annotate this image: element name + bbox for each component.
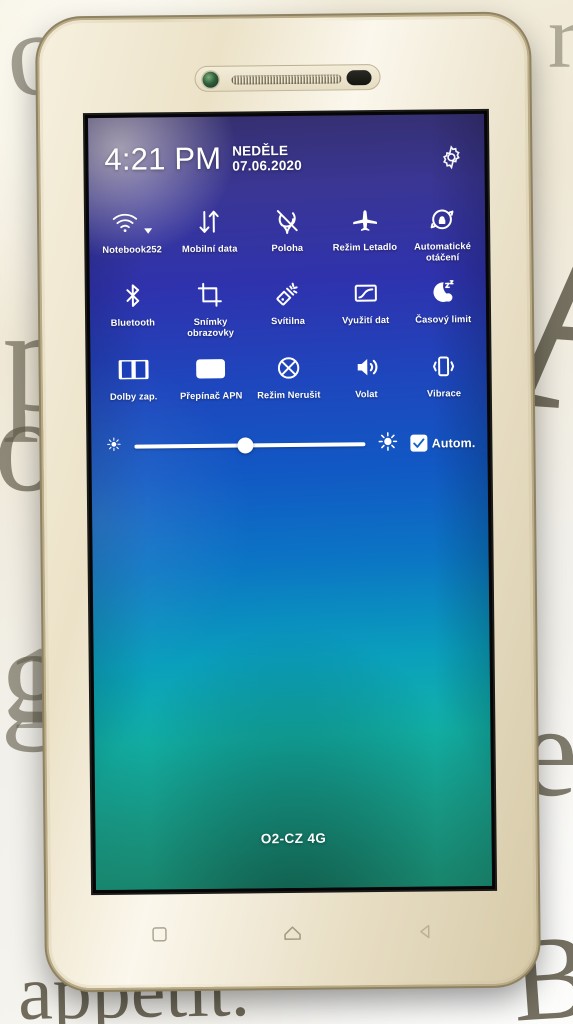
quick-toggle-row: Dolby zap. Přepínač APN Režim Nerušit Volat… (94, 343, 483, 405)
quick-toggle-label: Dolby zap. (109, 390, 158, 402)
chevron-down-icon[interactable] (143, 225, 153, 235)
navigation-bar (93, 895, 492, 971)
quick-toggle-dolby[interactable]: Dolby zap. (94, 346, 172, 405)
quick-toggle-label: Notebook252 (102, 244, 162, 255)
quick-settings-panel: 4:21 PM NEDĚLE 07.06.2020 Notebook252 Mo… (88, 114, 492, 890)
flashlight-icon (250, 277, 326, 312)
quick-toggle-airplane[interactable]: Režim Letadlo (326, 197, 404, 256)
top-sensor-cluster (194, 64, 381, 92)
data-usage-chart-icon (327, 276, 403, 311)
clock: 4:21 PM (104, 140, 222, 177)
display[interactable]: 4:21 PM NEDĚLE 07.06.2020 Notebook252 Mo… (87, 113, 493, 891)
day-of-week: NEDĚLE (232, 142, 289, 159)
quick-toggle-row: Bluetooth Snímky obrazovky Svítilna Využití… (94, 269, 483, 342)
quick-toggle-label: Časový limit (415, 314, 472, 325)
quick-toggle-wifi[interactable]: Notebook252 (93, 199, 171, 258)
apn-switch-icon (173, 351, 249, 386)
quick-toggle-label: Automatické otáčení (413, 241, 472, 263)
back-triangle-icon[interactable] (402, 908, 448, 954)
date: 07.06.2020 (232, 158, 302, 174)
quick-toggle-data-transfer[interactable]: Mobilní data (170, 198, 248, 257)
photo-scene: opong1appetit.AeBr 4:21 PM NEDĚLE (0, 0, 573, 1024)
auto-brightness-label: Autom. (431, 435, 476, 451)
quick-toggle-screenshot-crop[interactable]: Snímky obrazovky (171, 272, 249, 342)
quick-toggle-label: Využití dat (342, 315, 390, 326)
quick-toggle-label: Bluetooth (110, 317, 156, 329)
quick-toggle-label: Přepínač APN (180, 390, 243, 401)
quick-toggle-row: Notebook252 Mobilní data Poloha Režim Letad… (93, 196, 482, 269)
data-transfer-icon (171, 204, 247, 239)
quick-toggle-vibrate[interactable]: Vibrace (405, 343, 483, 402)
airplane-icon (327, 203, 403, 238)
quick-toggle-location-off[interactable]: Poloha (248, 198, 326, 257)
moon-sleep-icon (405, 275, 481, 310)
quick-toggle-bluetooth[interactable]: Bluetooth (94, 273, 172, 332)
phone-front-panel: 4:21 PM NEDĚLE 07.06.2020 Notebook252 Mo… (41, 18, 535, 986)
quick-toggle-apn-switch[interactable]: Přepínač APN (172, 345, 250, 404)
slider-thumb[interactable] (237, 437, 254, 454)
rotation-lock-icon (404, 202, 480, 237)
bluetooth-icon (95, 279, 171, 314)
quick-toggle-flashlight[interactable]: Svítilna (249, 271, 327, 330)
quick-toggle-label: Snímky obrazovky (187, 316, 235, 339)
quick-toggle-label: Svítilna (271, 316, 306, 327)
home-icon[interactable] (269, 910, 315, 956)
date-block: NEDĚLE 07.06.2020 (232, 143, 302, 174)
carrier-label: O2-CZ 4G (260, 830, 327, 847)
square-icon[interactable] (137, 911, 183, 957)
quick-toggle-label: Vibrace (426, 387, 462, 399)
brightness-slider[interactable] (134, 434, 366, 456)
brightness-high-icon (378, 431, 399, 457)
quick-toggle-moon-sleep[interactable]: Časový limit (404, 269, 482, 328)
quick-toggle-grid: Notebook252 Mobilní data Poloha Režim Letad… (89, 192, 487, 405)
smartphone-device: 4:21 PM NEDĚLE 07.06.2020 Notebook252 Mo… (38, 15, 538, 989)
earpiece-speaker-icon (231, 74, 342, 85)
wifi-icon (94, 205, 170, 240)
speaker-volume-icon (328, 349, 404, 384)
quick-toggle-label: Režim Nerušit (257, 389, 321, 400)
quick-toggle-speaker-volume[interactable]: Volat (327, 343, 405, 402)
do-not-disturb-icon (251, 350, 327, 385)
front-camera-icon (202, 71, 219, 88)
quick-toggle-rotation-lock[interactable]: Automatické otáčení (403, 196, 481, 266)
display-frame: 4:21 PM NEDĚLE 07.06.2020 Notebook252 Mo… (84, 110, 496, 894)
proximity-sensor-icon (346, 70, 372, 86)
brightness-slider-row: Autom. (91, 423, 487, 467)
quick-toggle-do-not-disturb[interactable]: Režim Nerušit (250, 344, 328, 403)
brightness-low-icon (105, 436, 122, 458)
auto-brightness-toggle[interactable]: Autom. (410, 434, 476, 452)
gear-icon[interactable] (438, 144, 464, 170)
quick-toggle-label: Mobilní data (181, 243, 238, 255)
background-letter: r (548, 0, 573, 87)
quick-toggle-data-usage-chart[interactable]: Využití dat (326, 270, 404, 329)
quick-toggle-label: Režim Letadlo (332, 241, 398, 253)
dolby-icon (95, 352, 171, 387)
quick-toggle-label: Poloha (271, 242, 304, 254)
screenshot-crop-icon (172, 278, 248, 313)
quick-toggle-label: Volat (355, 388, 378, 399)
checkmark-icon[interactable] (410, 434, 428, 452)
vibrate-icon (406, 349, 482, 384)
status-header: 4:21 PM NEDĚLE 07.06.2020 (88, 114, 485, 196)
location-off-icon (249, 204, 325, 239)
